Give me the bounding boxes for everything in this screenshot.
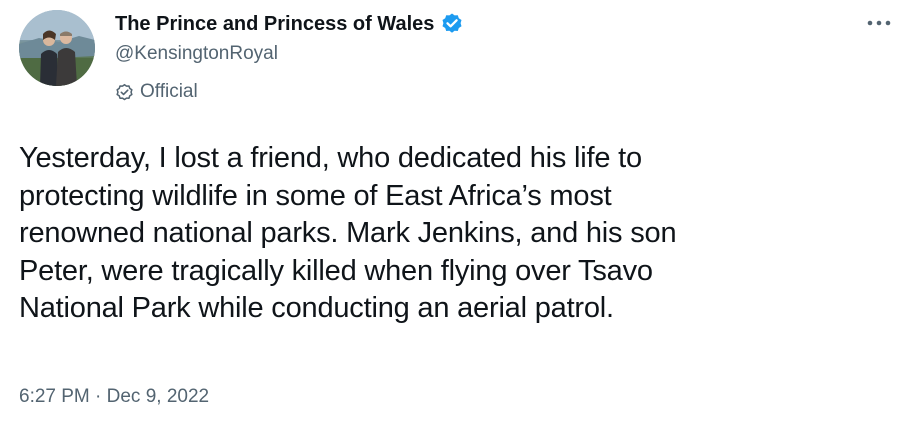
tweet-timestamp[interactable]: 6:27 PM · Dec 9, 2022 — [19, 386, 209, 408]
couple-portrait-avatar — [19, 10, 95, 86]
tweet-text: Yesterday, I lost a friend, who dedicate… — [19, 142, 677, 324]
avatar[interactable] — [19, 10, 95, 86]
more-options-button[interactable] — [864, 12, 894, 34]
user-handle[interactable]: @KensingtonRoyal — [115, 43, 464, 65]
more-horizontal-icon — [867, 20, 891, 26]
official-label-row: Official — [115, 81, 464, 103]
name-row: The Prince and Princess of Wales — [115, 9, 464, 39]
verified-badge-icon — [440, 12, 464, 36]
tweet-header: The Prince and Princess of Wales @Kensin… — [115, 9, 464, 103]
official-label: Official — [140, 81, 198, 102]
display-name[interactable]: The Prince and Princess of Wales — [115, 13, 434, 36]
tweet-card: The Prince and Princess of Wales @Kensin… — [0, 0, 914, 435]
official-check-icon — [115, 83, 134, 102]
